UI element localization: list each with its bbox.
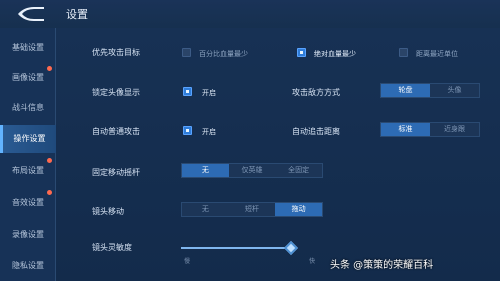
lock-avatar-checkbox[interactable] bbox=[183, 87, 192, 96]
settings-panel: 优先攻击目标 百分比血量最少 绝对血量最少 距离最近单位 锁定头像显示 开启 攻… bbox=[56, 28, 500, 281]
sidebar-item-battle-info[interactable]: 战斗信息 bbox=[0, 94, 56, 122]
top-bar: 设置 bbox=[0, 0, 500, 28]
camera-move-short-option[interactable]: 短杆 bbox=[229, 203, 276, 216]
slider-fill bbox=[181, 247, 291, 249]
fixed-joystick-segmented: 无 仅英雄 全固定 bbox=[181, 163, 323, 178]
auto-attack-checkbox[interactable] bbox=[183, 126, 192, 135]
priority-nearest-checkbox[interactable] bbox=[399, 48, 408, 57]
auto-track-close-option[interactable]: 近身跟 bbox=[430, 123, 479, 136]
auto-attack-option: 开启 bbox=[202, 128, 216, 136]
fixed-joystick-label: 固定移动摇杆 bbox=[92, 168, 140, 177]
priority-percent-hp-label: 百分比血量最少 bbox=[199, 50, 248, 58]
slider-thumb[interactable] bbox=[283, 240, 299, 256]
priority-percent-hp-checkbox[interactable] bbox=[182, 48, 191, 57]
auto-attack-label: 自动普通攻击 bbox=[92, 127, 140, 136]
camera-move-none-option[interactable]: 无 bbox=[182, 203, 229, 216]
notification-dot bbox=[47, 66, 52, 71]
sidebar-item-replay[interactable]: 录像设置 bbox=[0, 221, 56, 249]
auto-track-segmented: 标准 近身跟 bbox=[380, 122, 480, 137]
attack-enemy-avatar-option[interactable]: 头像 bbox=[430, 84, 479, 97]
camera-sensitivity-slider[interactable] bbox=[181, 247, 291, 249]
priority-target-label: 优先攻击目标 bbox=[92, 48, 140, 57]
lock-avatar-option: 开启 bbox=[202, 89, 216, 97]
fixed-joystick-all-option[interactable]: 全固定 bbox=[275, 164, 322, 177]
auto-track-standard-option[interactable]: 标准 bbox=[381, 123, 430, 136]
slider-max-label: 快 bbox=[309, 258, 316, 265]
lock-avatar-label: 锁定头像显示 bbox=[92, 88, 140, 97]
camera-move-label: 镜头移动 bbox=[92, 207, 124, 216]
sidebar-item-privacy[interactable]: 隐私设置 bbox=[0, 252, 56, 280]
attack-enemy-segmented: 轮盘 头像 bbox=[380, 83, 480, 98]
sidebar-item-basic[interactable]: 基础设置 bbox=[0, 34, 56, 62]
auto-track-label: 自动追击距离 bbox=[292, 127, 340, 136]
notification-dot bbox=[47, 190, 52, 195]
watermark: 头条 @策策的荣耀百科 bbox=[330, 260, 434, 271]
camera-move-segmented: 无 短杆 拖动 bbox=[181, 202, 323, 217]
priority-absolute-hp-label: 绝对血量最少 bbox=[314, 50, 356, 58]
fixed-joystick-none-option[interactable]: 无 bbox=[182, 164, 229, 177]
sidebar-item-controls[interactable]: 操作设置 bbox=[0, 125, 56, 153]
fixed-joystick-hero-option[interactable]: 仅英雄 bbox=[229, 164, 276, 177]
attack-enemy-wheel-option[interactable]: 轮盘 bbox=[381, 84, 430, 97]
sidebar: 基础设置 画像设置 战斗信息 操作设置 布局设置 音效设置 录像设置 隐私设置 bbox=[0, 28, 56, 281]
page-title: 设置 bbox=[66, 8, 88, 21]
priority-absolute-hp-checkbox[interactable] bbox=[297, 48, 306, 57]
slider-min-label: 慢 bbox=[184, 258, 191, 265]
camera-sensitivity-label: 镜头灵敏度 bbox=[92, 243, 132, 252]
notification-dot bbox=[47, 158, 52, 163]
camera-move-drag-option[interactable]: 拖动 bbox=[275, 203, 323, 216]
attack-enemy-label: 攻击敌方方式 bbox=[292, 88, 340, 97]
priority-nearest-label: 距离最近单位 bbox=[416, 50, 458, 58]
back-arrow-icon[interactable] bbox=[14, 5, 50, 23]
